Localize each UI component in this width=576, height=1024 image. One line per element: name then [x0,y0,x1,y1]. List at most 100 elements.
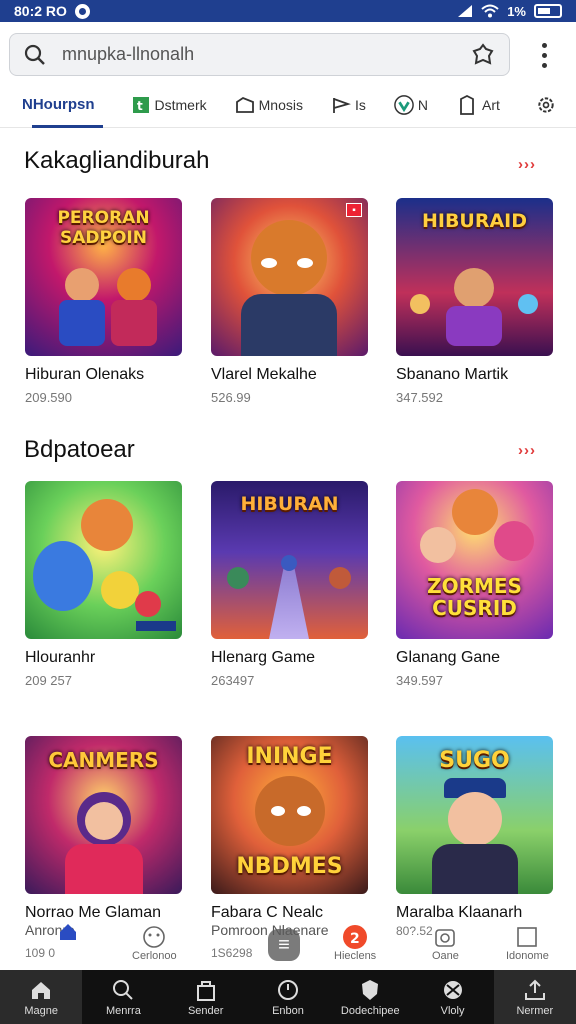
game-card[interactable]: SUGO Maralba Klaanarh [396,736,553,922]
tab-label: Dstmerk [154,96,207,113]
search-bar[interactable]: mnupka-llnonalh [9,33,510,76]
game-thumbnail: HIBURAN [211,481,368,639]
play-count: 526.99 [211,390,251,405]
tab-n[interactable]: N [386,82,436,128]
search-icon [110,978,136,1002]
category-tabs: NHourpsn t Dstmerk Mnosis Is N Art [0,82,576,128]
game-title: Hiburan Olenaks [25,366,145,383]
tab-dstmerk[interactable]: t Dstmerk [123,82,215,128]
badge-icon: ▪ [346,203,362,217]
tab-label: Mnosis [258,96,303,113]
play-count: 80?.52 [396,924,433,938]
thumbnail-title: SUGO [439,748,510,773]
fire-icon: 2 [342,924,368,950]
game-card[interactable]: CANMERS Norrao Me Glaman [25,736,182,922]
see-more-link[interactable]: ››› [518,442,536,459]
nav-clock[interactable]: Enbon [247,970,329,1024]
home-icon[interactable] [58,922,78,947]
search-icon [22,42,48,68]
game-card[interactable]: ININGE NBDMES Fabara C Nealc [211,736,368,922]
nav-label: Menrra [106,1004,141,1017]
nav-label: Dodechipee [340,1004,400,1017]
game-title: Fabara C Nealc [211,904,324,921]
game-title: Hlenarg Game [211,649,316,666]
flag-icon [331,95,351,115]
bottom-navigation: Magne Menrra Sender Enbon Dodechipee Vlo… [0,970,576,1024]
game-title: Glanang Gane [396,649,501,666]
menu-fab-button[interactable]: ≡ [268,929,300,961]
nav-label: Magne [24,1004,58,1017]
nav-search[interactable]: Menrra [82,970,164,1024]
thumbnail-title: ININGE [246,744,333,769]
game-title: Sbanano Martik [396,366,509,383]
tab-label: Is [354,96,366,113]
status-time: 80:2 RO [14,3,67,19]
game-title: Vlarel Mekalhe [211,366,317,383]
play-count: 263497 [211,673,255,688]
home-icon [28,978,54,1002]
mini-label: Idonome [506,950,549,962]
tab-mnosis[interactable]: Mnosis [227,82,311,128]
section-title: Kakagliandiburah [24,147,210,174]
thumbnail-title: HIBURAN [240,493,339,515]
tab-settings[interactable] [528,82,564,128]
section-title: Bdpatoear [24,436,135,463]
game-card[interactable]: HIBURAN Hlenarg Game 263497 [211,481,368,688]
tab-label: Art [482,96,500,113]
shield-icon [394,94,414,115]
smile-icon [141,924,167,950]
nav-home[interactable]: Magne [0,970,83,1024]
mini-action[interactable]: Idonome [506,924,549,962]
thumbnail-title: CANMERS [48,748,159,772]
play-count: 209.590 [25,390,72,405]
menu-icon: ≡ [278,933,290,956]
game-card[interactable]: ▪ Vlarel Mekalhe 526.99 [211,198,368,405]
see-more-link[interactable]: ››› [518,156,536,173]
play-count: 109 0 [25,946,56,960]
bag-icon [193,978,219,1002]
thumbnail-title: HIBURAID [421,210,528,232]
battery-percent: 1% [507,3,526,19]
nav-bag[interactable]: Sender [165,970,247,1024]
battery-icon [534,4,562,18]
camera-icon [432,924,458,950]
game-card[interactable]: PERORAN SADPOIN Hiburan Olenaks 209.590 [25,198,182,405]
nav-upload[interactable]: Nermer [493,970,576,1024]
thumbnail-title: PERORAN SADPOIN [57,208,150,248]
clock-icon [275,978,301,1002]
calendar-icon: t [131,95,151,115]
nav-shield[interactable]: Dodechipee [329,970,411,1024]
voice-search-icon[interactable] [469,41,497,69]
svg-text:2: 2 [350,931,360,947]
game-thumbnail: CANMERS [25,736,182,894]
mini-label: Hieclens [334,950,377,962]
status-bar: 80:2 RO 1% [0,0,576,22]
ball-icon [440,978,466,1002]
mini-label: Cerlonoo [132,950,177,962]
nav-label: Enbon [272,1004,304,1017]
folder-icon [235,95,255,115]
game-thumbnail: SUGO [396,736,553,894]
mini-action[interactable]: Cerlonoo [132,924,177,962]
tab-art[interactable]: Art [450,82,508,128]
signal-icon [458,5,473,17]
search-input[interactable]: mnupka-llnonalh [62,44,469,65]
game-card[interactable]: Hlouranhr 209 257 [25,481,182,688]
nav-label: Sender [187,1004,224,1017]
mini-action[interactable]: Oane [432,924,459,962]
game-thumbnail: ZORMES CUSRID [396,481,553,639]
shield-icon [357,978,383,1002]
game-card[interactable]: ZORMES CUSRID Glanang Gane 349.597 [396,481,553,688]
game-title: Norrao Me Glaman [25,904,162,921]
game-thumbnail: HIBURAID [396,198,553,356]
wifi-icon [481,4,499,18]
upload-icon [522,978,548,1002]
game-card[interactable]: HIBURAID Sbanano Martik 347.592 [396,198,553,405]
nav-ball[interactable]: Vloly [411,970,493,1024]
more-options-icon[interactable] [532,40,556,70]
play-count: 1S6298 [211,946,253,960]
mini-action[interactable]: 2 Hieclens [334,924,376,962]
game-thumbnail [25,481,182,639]
tab-home[interactable]: NHourpsn [14,82,103,128]
tab-is[interactable]: Is [323,82,374,128]
